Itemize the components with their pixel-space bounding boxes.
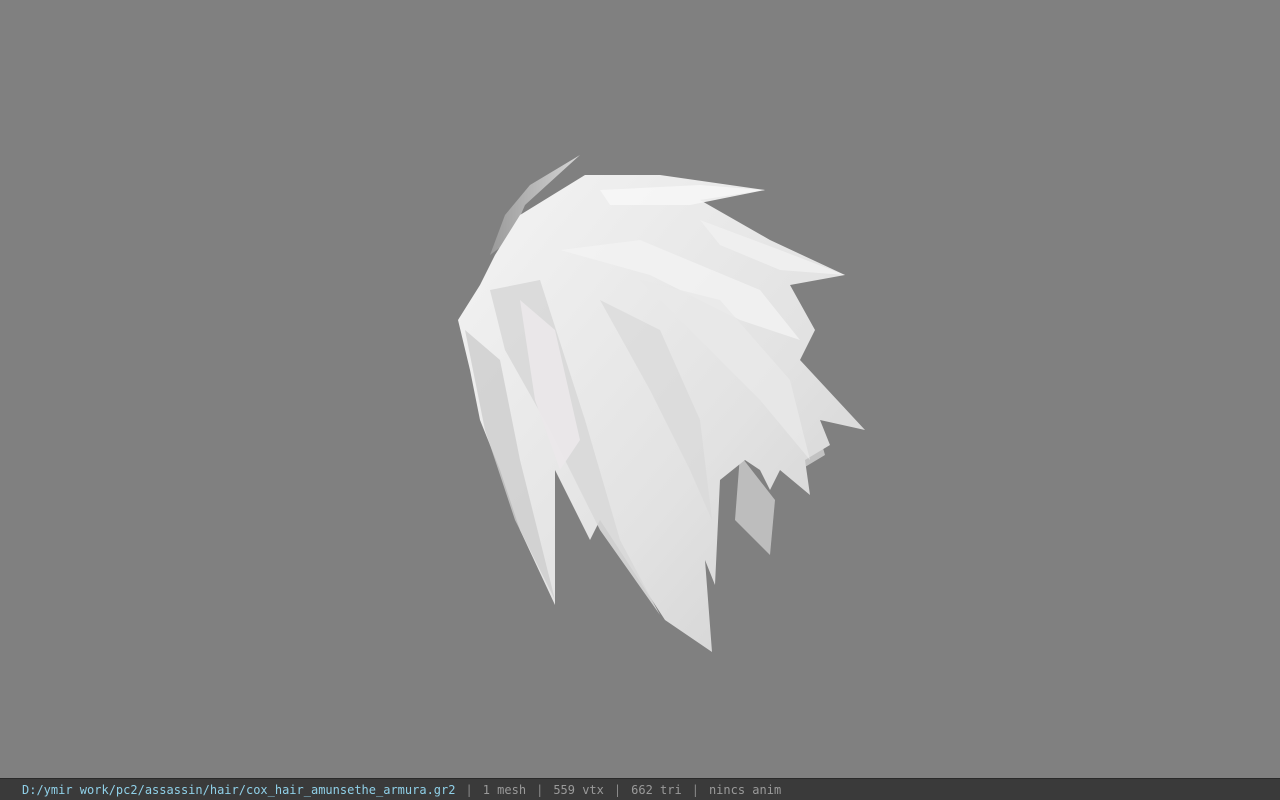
separator: | [613, 782, 622, 797]
status-bar: D:/ymir work/pc2/assassin/hair/cox_hair_… [0, 778, 1280, 800]
separator: | [536, 782, 544, 797]
separator: | [691, 782, 699, 797]
vertex-count: 559 vtx [553, 782, 604, 797]
mesh-count: 1 mesh [482, 782, 527, 797]
animation-status: nincs anim [708, 782, 782, 797]
triangle-count: 662 tri [631, 782, 682, 797]
file-path: D:/ymir work/pc2/assassin/hair/cox_hair_… [22, 782, 456, 797]
hair-model-render [458, 155, 865, 652]
3d-viewport[interactable] [0, 0, 1280, 778]
separator: | [465, 782, 473, 797]
